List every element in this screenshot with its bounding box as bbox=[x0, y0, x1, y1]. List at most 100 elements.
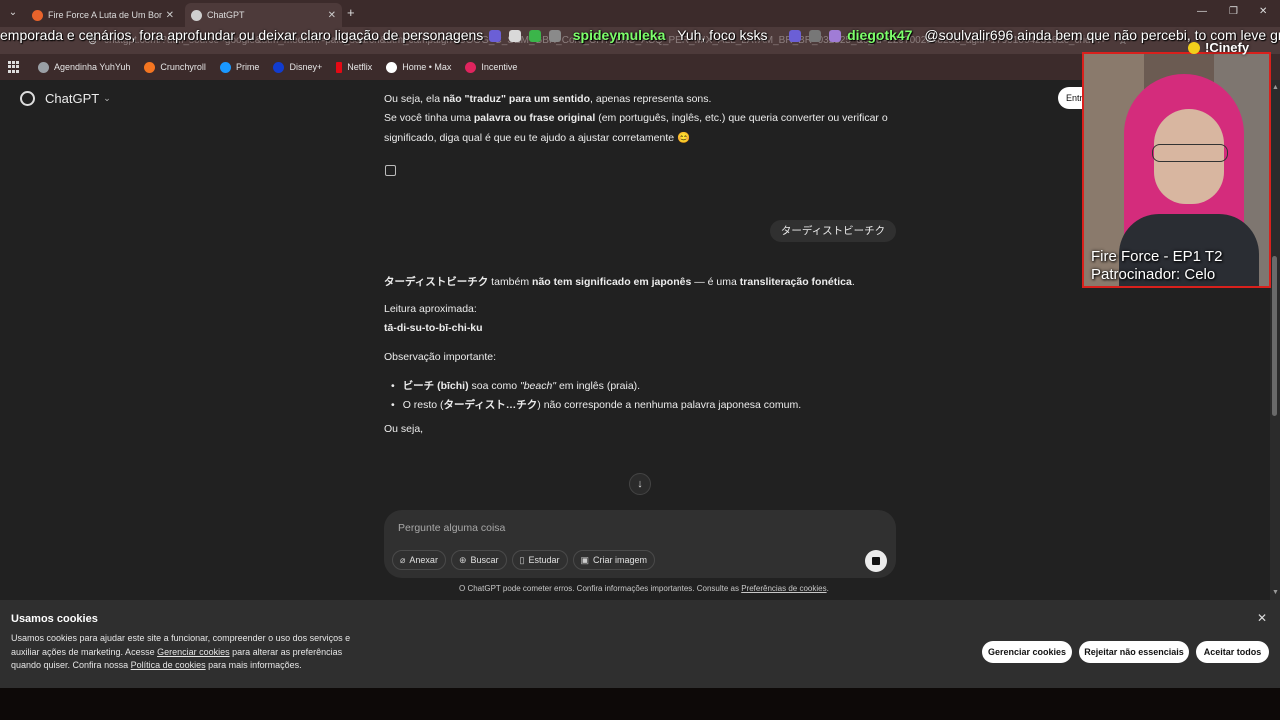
bookmark-netflix[interactable]: Netflix bbox=[336, 61, 373, 73]
bookmark-disney[interactable]: Disney+ bbox=[273, 61, 323, 73]
tab-search-button[interactable]: ⌄ bbox=[4, 4, 22, 22]
cookie-text: Usamos cookies para ajudar este site a f… bbox=[11, 633, 351, 670]
tab-title: Fire Force A Luta de Um Bombe bbox=[48, 10, 162, 20]
manage-cookies-button[interactable]: Gerenciar cookies bbox=[982, 641, 1072, 663]
bookmark-crunchyroll[interactable]: Crunchyroll bbox=[144, 61, 206, 73]
accept-cookies-button[interactable]: Aceitar todos bbox=[1196, 641, 1269, 663]
model-selector[interactable]: ChatGPT ⌄ bbox=[20, 91, 111, 106]
image-icon: ▣ bbox=[580, 554, 590, 565]
bookmark-label: Agendinha YuhYuh bbox=[54, 62, 131, 72]
cookie-preferences-link[interactable]: Preferências de cookies bbox=[741, 584, 826, 593]
disney-icon bbox=[273, 61, 285, 73]
page-scrollbar[interactable]: ▲ ▼ bbox=[1270, 80, 1280, 600]
assistant-paragraph: Ou seja, ela não "traduz" para um sentid… bbox=[384, 93, 712, 105]
assistant-paragraph: Se você tinha uma palavra ou frase origi… bbox=[384, 112, 888, 124]
chatgpt-page: ChatGPT ⌄ Entrar Ou seja, ela não "tradu… bbox=[0, 80, 1270, 600]
max-icon bbox=[386, 61, 398, 73]
close-tab-icon[interactable]: ✕ bbox=[166, 10, 174, 21]
chat-ticker: emporada e cenários, fora aprofundar ou … bbox=[0, 27, 1280, 47]
minimize-icon[interactable]: — bbox=[1197, 6, 1207, 17]
globe-icon bbox=[38, 61, 49, 73]
crunchyroll-icon bbox=[144, 61, 156, 73]
stream-bottom-strip bbox=[0, 688, 1280, 720]
prime-icon bbox=[219, 61, 231, 73]
emote-icon bbox=[489, 30, 502, 42]
tab-strip: ⌄ Fire Force A Luta de Um Bombe ✕ ChatGP… bbox=[0, 0, 1280, 27]
restore-icon[interactable]: ❐ bbox=[1229, 6, 1238, 17]
tool-label: Estudar bbox=[528, 555, 560, 565]
paperclip-icon: ⌀ bbox=[400, 554, 406, 565]
list-item: O resto (ターディスト…チク) não corresponde a ne… bbox=[395, 397, 801, 416]
chatgpt-favicon-icon bbox=[191, 9, 202, 21]
scroll-down-arrow-icon[interactable]: ▼ bbox=[1272, 589, 1279, 596]
bookmark-prime[interactable]: Prime bbox=[219, 61, 260, 73]
apps-grid-icon[interactable] bbox=[8, 61, 20, 73]
bookmark-max[interactable]: Home • Max bbox=[386, 61, 452, 73]
close-window-icon[interactable]: ✕ bbox=[1259, 6, 1267, 17]
incentive-icon bbox=[465, 61, 477, 73]
ticker-message: Yuh, foco ksks bbox=[677, 27, 768, 43]
tool-label: Criar imagem bbox=[593, 555, 648, 565]
observation-list: ビーチ (bīchi) soa como "beach" em inglês (… bbox=[395, 378, 801, 416]
tool-label: Anexar bbox=[409, 555, 438, 565]
new-tab-button[interactable]: + bbox=[347, 5, 355, 20]
netflix-icon bbox=[336, 61, 343, 73]
user-message: ターディストビーチク bbox=[770, 220, 896, 242]
cookie-policy-link[interactable]: Política de cookies bbox=[131, 660, 206, 670]
bookmark-label: Disney+ bbox=[289, 62, 323, 72]
prompt-input[interactable]: Pergunte alguma coisa bbox=[398, 522, 505, 534]
browser-tab-chatgpt[interactable]: ChatGPT ✕ bbox=[185, 3, 342, 27]
brand-label: !Cinefy bbox=[1205, 40, 1250, 55]
close-icon[interactable]: ✕ bbox=[1257, 611, 1267, 625]
assistant-paragraph: ターディストビーチク também não tem significado em… bbox=[384, 276, 855, 288]
assistant-partial-text: Ou seja, bbox=[384, 423, 424, 435]
bookmark-agendinha[interactable]: Agendinha YuhYuh bbox=[38, 61, 131, 73]
bookmark-label: Netflix bbox=[347, 62, 373, 72]
reject-cookies-button[interactable]: Rejeitar não essenciais bbox=[1079, 641, 1189, 663]
scroll-up-arrow-icon[interactable]: ▲ bbox=[1272, 84, 1279, 91]
observation-label: Observação importante: bbox=[384, 351, 497, 363]
emote-icon bbox=[809, 30, 822, 42]
model-label: ChatGPT bbox=[45, 91, 100, 106]
stop-generating-button[interactable] bbox=[865, 550, 887, 572]
manage-cookies-link[interactable]: Gerenciar cookies bbox=[157, 647, 230, 657]
stream-caption-sponsor: Patrocinador: Celo bbox=[1091, 266, 1216, 283]
reading-label: Leitura aproximada: bbox=[384, 303, 477, 315]
chevron-down-icon: ⌄ bbox=[103, 93, 111, 103]
stream-caption-episode: Fire Force - EP1 T2 bbox=[1091, 248, 1223, 265]
disclaimer: O ChatGPT pode cometer erros. Confira in… bbox=[459, 584, 829, 593]
emote-icon bbox=[829, 30, 842, 42]
emote-icon bbox=[548, 30, 561, 42]
study-button[interactable]: ▯ Estudar bbox=[511, 550, 568, 570]
cinefy-logo-icon bbox=[1188, 41, 1200, 54]
copy-icon[interactable] bbox=[385, 165, 396, 176]
search-button[interactable]: ⊕ Buscar bbox=[450, 550, 507, 570]
openai-logo-icon bbox=[20, 91, 35, 106]
emote-icon bbox=[789, 30, 802, 42]
tool-label: Buscar bbox=[470, 555, 499, 565]
arrow-down-icon: ↓ bbox=[637, 478, 643, 490]
close-tab-icon[interactable]: ✕ bbox=[328, 10, 336, 21]
create-image-button[interactable]: ▣ Criar imagem bbox=[572, 550, 656, 570]
attach-button[interactable]: ⌀ Anexar bbox=[392, 550, 446, 570]
cookie-title: Usamos cookies bbox=[11, 613, 98, 625]
composer: Pergunte alguma coisa ⌀ Anexar ⊕ Buscar ▯ E… bbox=[384, 510, 896, 578]
bookmark-label: Home • Max bbox=[402, 62, 452, 72]
scroll-down-button[interactable]: ↓ bbox=[629, 473, 651, 495]
glasses bbox=[1152, 144, 1228, 162]
list-item: ビーチ (bīchi) soa como "beach" em inglês (… bbox=[395, 378, 801, 397]
tab-title: ChatGPT bbox=[207, 10, 245, 20]
browser-tab-fire-force[interactable]: Fire Force A Luta de Um Bombe ✕ bbox=[26, 3, 180, 27]
ticker-message: emporada e cenários, fora aprofundar ou … bbox=[0, 27, 484, 43]
globe-icon: ⊕ bbox=[458, 554, 467, 565]
bookmark-incentive[interactable]: Incentive bbox=[465, 61, 517, 73]
ticker-username: diegotk47 bbox=[847, 27, 913, 43]
bookmark-label: Crunchyroll bbox=[160, 62, 206, 72]
cookie-banner: Usamos cookies Usamos cookies para ajuda… bbox=[0, 600, 1280, 688]
reading-value: tā-di-su-to-bī-chi-ku bbox=[384, 322, 483, 334]
book-icon: ▯ bbox=[519, 554, 525, 565]
scroll-thumb[interactable] bbox=[1272, 256, 1277, 416]
cinefy-badge: !Cinefy bbox=[1188, 40, 1249, 55]
emote-icon bbox=[509, 30, 522, 42]
bookmark-label: Prime bbox=[235, 62, 260, 72]
